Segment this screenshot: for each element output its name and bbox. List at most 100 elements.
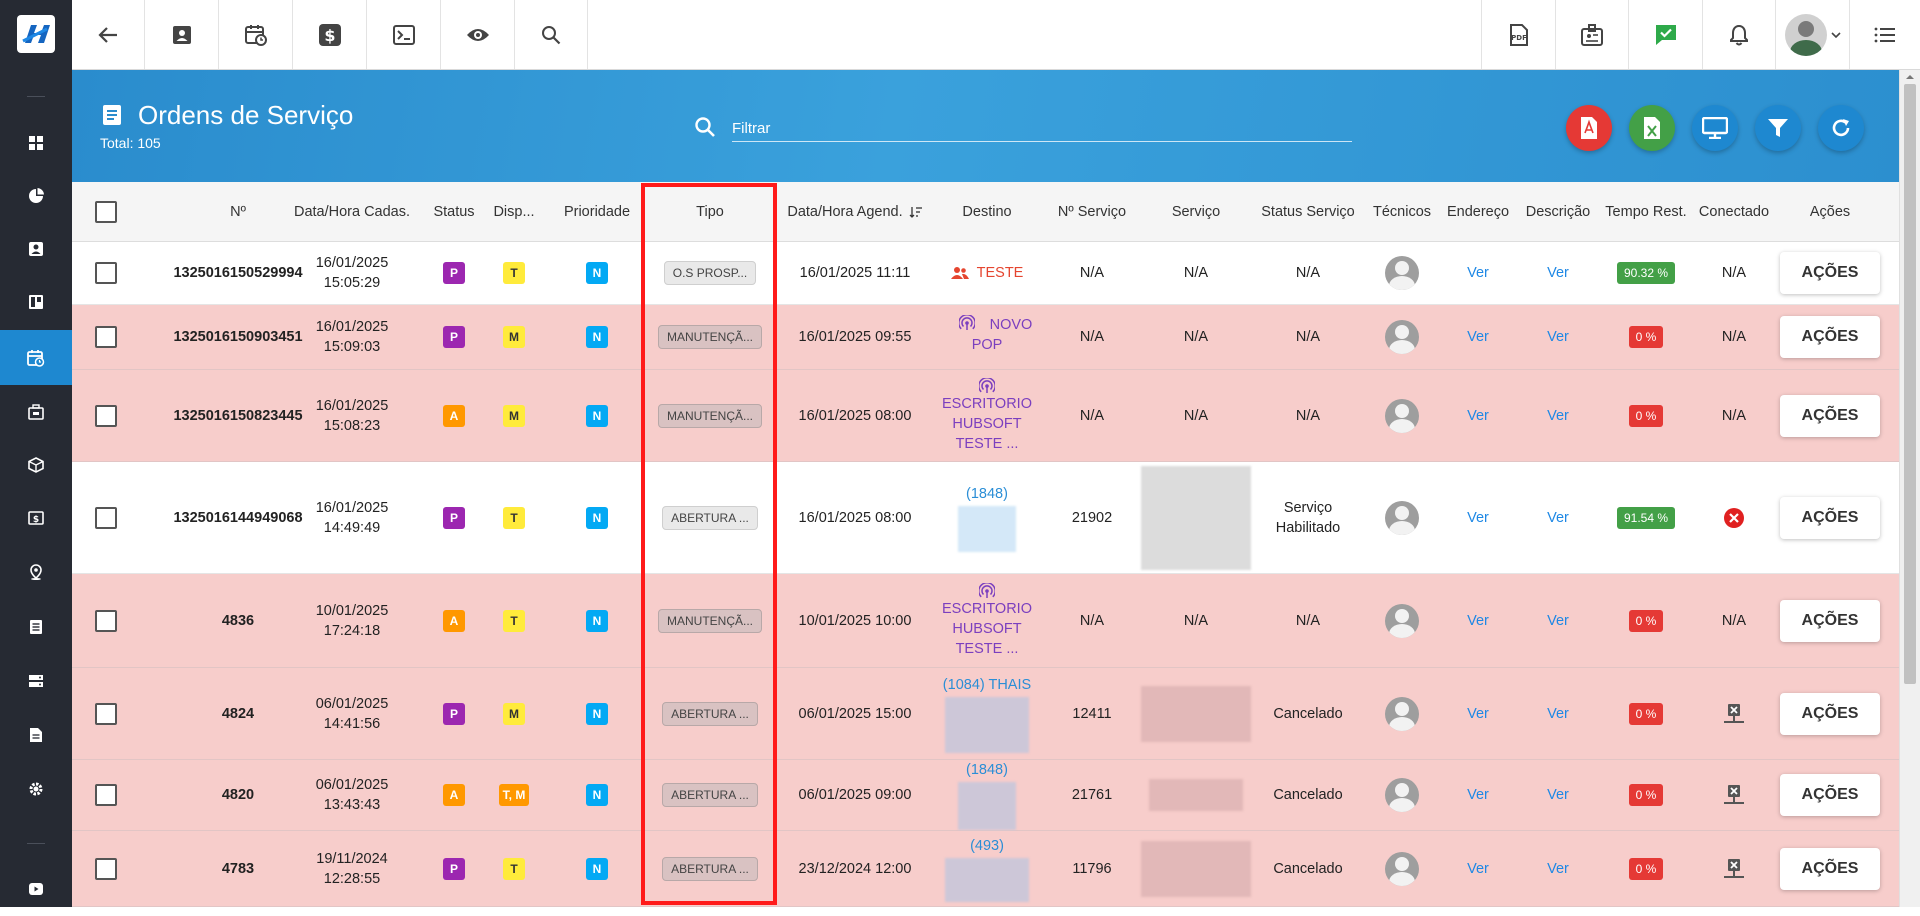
sidebar-board-icon[interactable] xyxy=(0,275,72,329)
destino-client[interactable]: (1848) xyxy=(966,760,1008,780)
check-message-icon[interactable] xyxy=(1628,0,1702,69)
column-header-acoes[interactable]: Ações xyxy=(1772,182,1888,242)
list-menu-icon[interactable] xyxy=(1849,0,1920,69)
pdf-file-icon[interactable]: PDF xyxy=(1481,0,1555,69)
filter-input[interactable] xyxy=(732,116,1278,140)
destino-cell[interactable]: NOVO POP xyxy=(932,305,1042,369)
tipo-chip[interactable]: ABERTURA ... xyxy=(662,505,758,530)
technician-avatar[interactable] xyxy=(1385,500,1419,535)
bell-icon[interactable] xyxy=(1702,0,1775,69)
row-checkbox[interactable] xyxy=(95,404,117,427)
sidebar-file-icon[interactable] xyxy=(0,708,72,762)
search-icon[interactable] xyxy=(515,0,588,69)
tipo-chip[interactable]: MANUTENÇÃ... xyxy=(657,403,762,428)
sidebar-dollar-box-icon[interactable]: $ xyxy=(0,491,72,545)
tipo-chip[interactable]: MANUTENÇÃ... xyxy=(657,325,762,349)
address-link[interactable]: Ver xyxy=(1467,785,1489,805)
destino-cell[interactable]: (1084) THAIS xyxy=(932,668,1042,759)
tipo-chip[interactable]: O.S PROSP... xyxy=(663,261,757,285)
sidebar-dashboard-icon[interactable] xyxy=(0,116,72,170)
actions-button[interactable]: AÇÕES xyxy=(1780,252,1880,294)
address-link[interactable]: Ver xyxy=(1467,327,1489,347)
table-row[interactable]: 4836 10/01/2025 17:24:18 A T N MANUTENÇÃ... 10/… xyxy=(72,574,1899,668)
destino-line[interactable]: NOVO xyxy=(990,315,1033,335)
column-header-prioridade[interactable]: Prioridade xyxy=(547,182,647,242)
refresh-button[interactable] xyxy=(1818,105,1864,151)
vertical-scrollbar[interactable] xyxy=(1899,70,1920,907)
destino-line[interactable]: HUBSOFT xyxy=(952,619,1021,639)
column-header-endereco[interactable]: Endereço xyxy=(1438,182,1518,242)
column-header-conectado[interactable]: Conectado xyxy=(1690,182,1778,242)
address-link[interactable]: Ver xyxy=(1467,508,1489,528)
destino-cell[interactable]: TESTE xyxy=(932,242,1042,304)
user-avatar-icon[interactable] xyxy=(1775,0,1849,69)
destino-client[interactable]: (493) xyxy=(970,836,1004,856)
technician-avatar[interactable] xyxy=(1385,851,1419,886)
sidebar-document-icon[interactable] xyxy=(0,600,72,654)
actions-button[interactable]: AÇÕES xyxy=(1780,847,1880,890)
destino-name[interactable]: TESTE xyxy=(977,263,1024,283)
destino-cell[interactable]: (1848) xyxy=(932,462,1042,573)
back-arrow-icon[interactable] xyxy=(72,0,145,69)
actions-button[interactable]: AÇÕES xyxy=(1780,394,1880,437)
destino-client[interactable]: (1084) THAIS xyxy=(943,675,1031,695)
sidebar-contact-icon[interactable] xyxy=(0,222,72,276)
dollar-icon[interactable]: $ xyxy=(293,0,367,69)
tipo-chip[interactable]: ABERTURA ... xyxy=(662,856,758,881)
column-header-servico[interactable]: Serviço xyxy=(1140,182,1252,242)
table-row[interactable]: 4820 06/01/2025 13:43:43 A T, M N ABERTURA ...… xyxy=(72,760,1899,831)
destino-line[interactable]: TESTE ... xyxy=(956,434,1019,454)
technician-avatar[interactable] xyxy=(1385,778,1419,812)
description-link[interactable]: Ver xyxy=(1547,611,1569,631)
column-header-tempo-rest[interactable]: Tempo Rest. xyxy=(1598,182,1694,242)
scroll-thumb[interactable] xyxy=(1904,84,1916,684)
table-row[interactable]: 1325016144949068 16/01/2025 14:49:49 P T N ABE… xyxy=(72,462,1899,574)
tipo-chip[interactable]: ABERTURA ... xyxy=(662,783,758,807)
column-header-num-servico[interactable]: Nº Serviço xyxy=(1040,182,1144,242)
address-link[interactable]: Ver xyxy=(1467,263,1489,283)
row-checkbox[interactable] xyxy=(95,262,117,284)
description-link[interactable]: Ver xyxy=(1547,508,1569,528)
column-header-status-servico[interactable]: Status Serviço xyxy=(1248,182,1368,242)
destino-line[interactable]: ESCRITORIO xyxy=(942,394,1032,414)
destino-line[interactable]: ESCRITORIO xyxy=(942,599,1032,619)
app-logo[interactable] xyxy=(17,15,55,53)
destino-cell[interactable]: ESCRITORIO HUBSOFT TESTE ... xyxy=(932,370,1042,461)
actions-button[interactable]: AÇÕES xyxy=(1780,316,1880,358)
filter-button[interactable] xyxy=(1755,105,1801,151)
row-checkbox[interactable] xyxy=(95,506,117,529)
pdf-export-button[interactable] xyxy=(1566,105,1612,151)
sidebar-server-icon[interactable] xyxy=(0,654,72,708)
sidebar-pie-chart-icon[interactable] xyxy=(0,169,72,223)
column-header-data-cadastro[interactable]: Data/Hora Cadas. xyxy=(280,182,424,242)
column-header-descricao[interactable]: Descrição xyxy=(1518,182,1598,242)
table-row[interactable]: 4783 19/11/2024 12:28:55 P T N ABERTURA ... 23/… xyxy=(72,831,1899,907)
tipo-chip[interactable]: ABERTURA ... xyxy=(662,701,758,726)
select-all-checkbox[interactable] xyxy=(95,201,117,223)
destino-line[interactable]: TESTE ... xyxy=(956,639,1019,659)
row-checkbox[interactable] xyxy=(95,326,117,348)
technician-avatar[interactable] xyxy=(1385,398,1419,433)
description-link[interactable]: Ver xyxy=(1547,327,1569,347)
technician-avatar[interactable] xyxy=(1385,320,1419,354)
destino-cell[interactable]: ESCRITORIO HUBSOFT TESTE ... xyxy=(932,574,1042,667)
table-row[interactable]: 1325016150823445 16/01/2025 15:08:23 A M N MAN… xyxy=(72,370,1899,462)
destino-client[interactable]: (1848) xyxy=(966,484,1008,504)
technician-avatar[interactable] xyxy=(1385,256,1419,290)
monitor-button[interactable] xyxy=(1692,105,1738,151)
column-header-data-agendamento[interactable]: Data/Hora Agend. xyxy=(775,182,935,242)
row-checkbox[interactable] xyxy=(95,702,117,725)
column-header-destino[interactable]: Destino xyxy=(932,182,1042,242)
description-link[interactable]: Ver xyxy=(1547,263,1569,283)
description-link[interactable]: Ver xyxy=(1547,406,1569,426)
column-header-disp[interactable]: Disp... xyxy=(470,182,558,242)
address-link[interactable]: Ver xyxy=(1467,704,1489,724)
actions-button[interactable]: AÇÕES xyxy=(1780,599,1880,642)
table-row[interactable]: 1325016150903451 16/01/2025 15:09:03 P M N MAN… xyxy=(72,305,1899,370)
contact-card-icon[interactable] xyxy=(145,0,219,69)
column-header-tipo[interactable]: Tipo xyxy=(645,182,775,242)
technician-avatar[interactable] xyxy=(1385,603,1419,638)
address-link[interactable]: Ver xyxy=(1467,406,1489,426)
destino-line[interactable]: HUBSOFT xyxy=(952,414,1021,434)
actions-button[interactable]: AÇÕES xyxy=(1780,496,1880,539)
